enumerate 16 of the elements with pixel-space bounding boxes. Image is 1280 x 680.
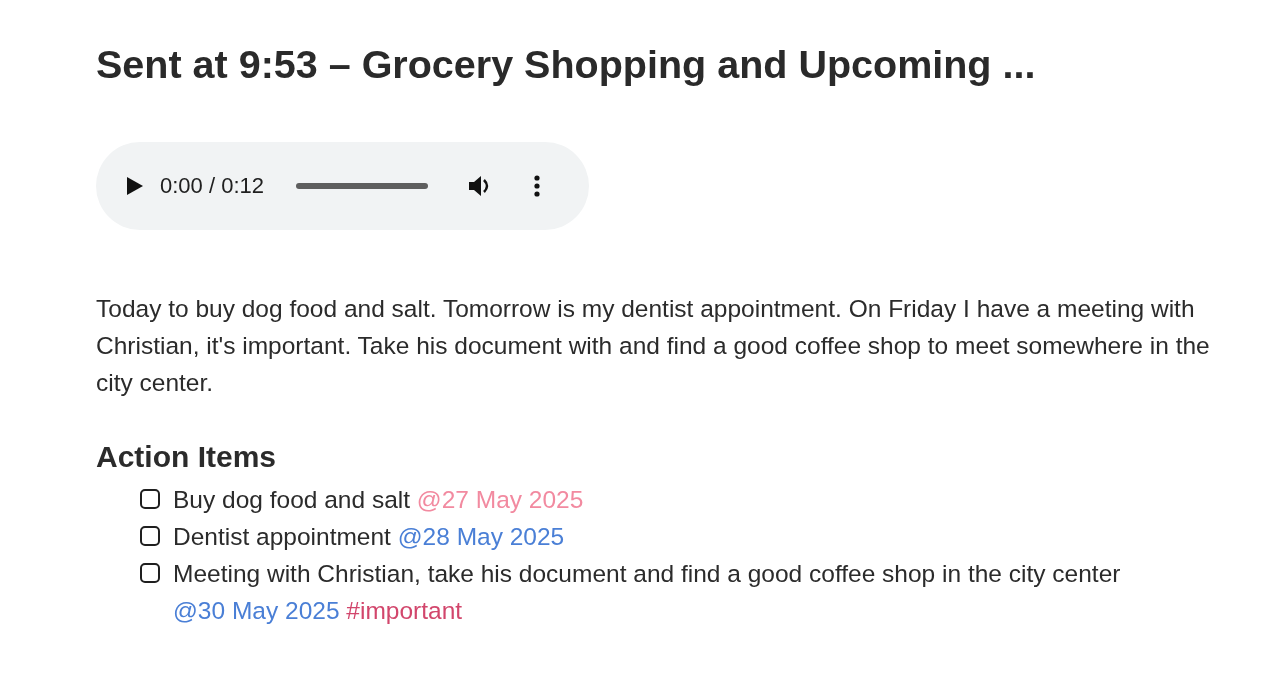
page-title: Sent at 9:53 – Grocery Shopping and Upcoming ... bbox=[96, 41, 1037, 88]
task-tag[interactable]: @28 May 2025 bbox=[397, 523, 565, 550]
checkbox[interactable] bbox=[140, 526, 160, 546]
task-tag[interactable]: @27 May 2025 bbox=[416, 486, 584, 513]
checkbox[interactable] bbox=[140, 489, 160, 509]
play-icon[interactable] bbox=[126, 176, 144, 196]
checkbox[interactable] bbox=[140, 563, 160, 583]
task-text: Buy dog food and salt bbox=[173, 486, 410, 513]
section-heading: Action Items bbox=[96, 439, 278, 475]
more-icon[interactable] bbox=[534, 175, 540, 197]
playback-time: 0:00 / 0:12 bbox=[160, 173, 265, 199]
task-tag[interactable]: #important bbox=[346, 597, 463, 624]
task-text: Dentist appointment bbox=[173, 523, 391, 550]
task-tag[interactable]: @30 May 2025 bbox=[173, 597, 340, 624]
transcript-text: Today to buy dog food and salt. Tomorrow is my dentist appointment. On Friday I have a meeting with Christian, it's important. Take his document with and find a good coffee shop to meet somewhere in the city center. bbox=[96, 294, 1211, 398]
task-text: Meeting with Christian, take his document and find a good coffee shop in the city center bbox=[173, 560, 1121, 587]
